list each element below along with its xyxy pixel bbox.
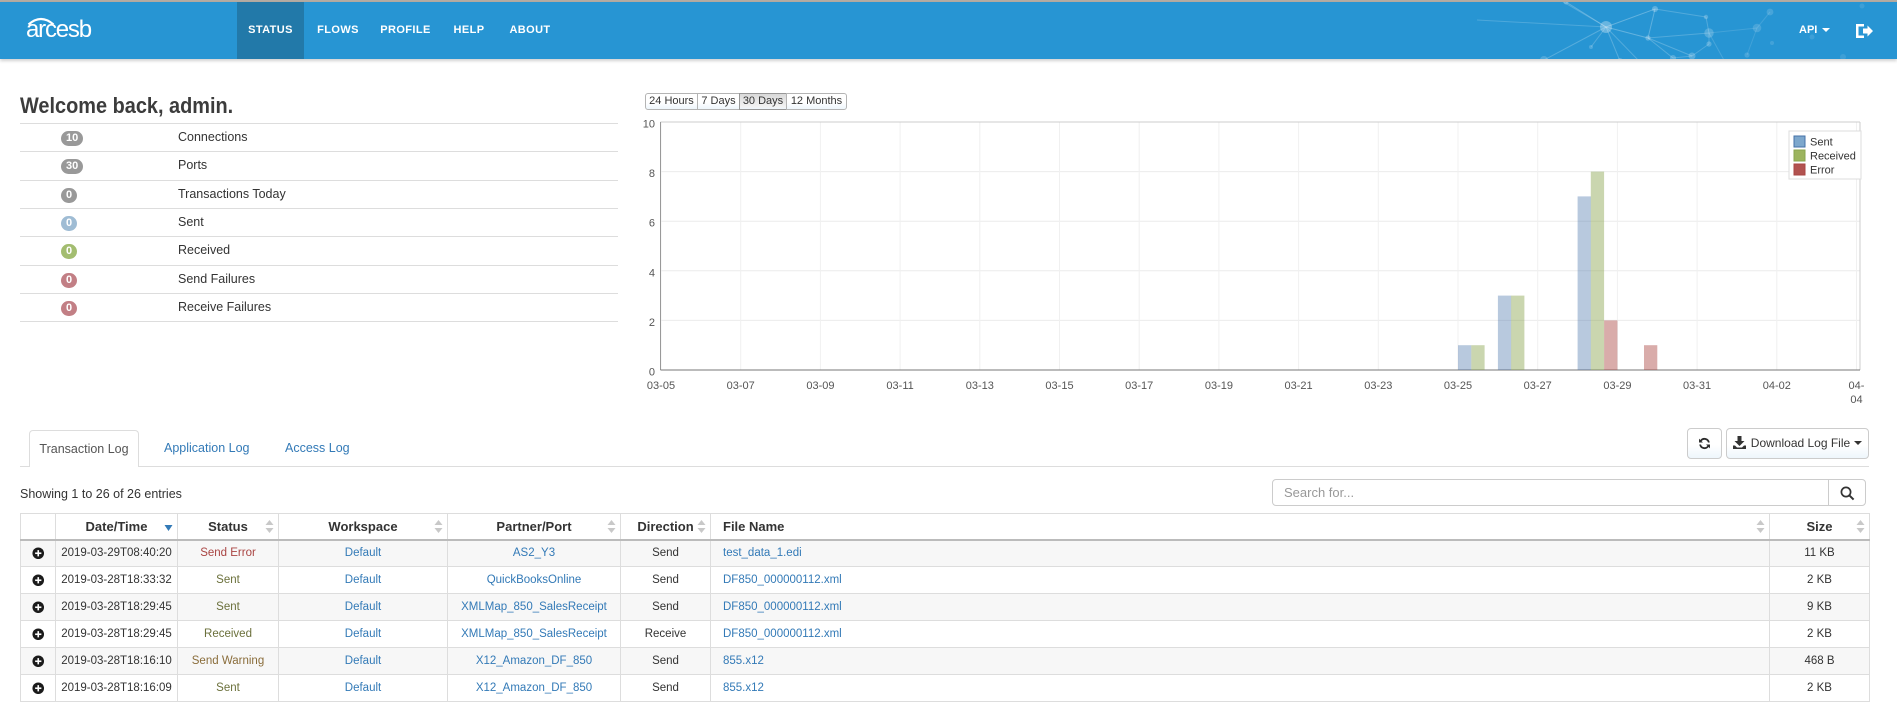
- svg-text:03-19: 03-19: [1205, 380, 1233, 392]
- svg-text:03-31: 03-31: [1683, 380, 1711, 392]
- svg-text:03-17: 03-17: [1125, 380, 1153, 392]
- svg-text:Error: Error: [1810, 165, 1835, 177]
- svg-text:4: 4: [649, 267, 655, 279]
- svg-text:04: 04: [1850, 394, 1862, 406]
- svg-text:Sent: Sent: [1810, 137, 1833, 149]
- svg-text:2: 2: [649, 317, 655, 329]
- svg-text:04-: 04-: [1849, 380, 1865, 392]
- svg-text:03-05: 03-05: [647, 380, 675, 392]
- svg-text:03-07: 03-07: [727, 380, 755, 392]
- svg-text:8: 8: [649, 168, 655, 180]
- svg-text:04-02: 04-02: [1763, 380, 1791, 392]
- svg-text:6: 6: [649, 218, 655, 230]
- svg-text:03-21: 03-21: [1285, 380, 1313, 392]
- svg-text:03-13: 03-13: [966, 380, 994, 392]
- svg-text:03-25: 03-25: [1444, 380, 1472, 392]
- svg-text:03-29: 03-29: [1603, 380, 1631, 392]
- svg-text:10: 10: [643, 119, 655, 131]
- svg-text:03-27: 03-27: [1524, 380, 1552, 392]
- svg-text:03-09: 03-09: [806, 380, 834, 392]
- svg-text:03-15: 03-15: [1045, 380, 1073, 392]
- svg-text:0: 0: [649, 367, 655, 379]
- svg-text:Received: Received: [1810, 151, 1856, 163]
- svg-text:03-23: 03-23: [1364, 380, 1392, 392]
- svg-text:03-11: 03-11: [886, 380, 913, 392]
